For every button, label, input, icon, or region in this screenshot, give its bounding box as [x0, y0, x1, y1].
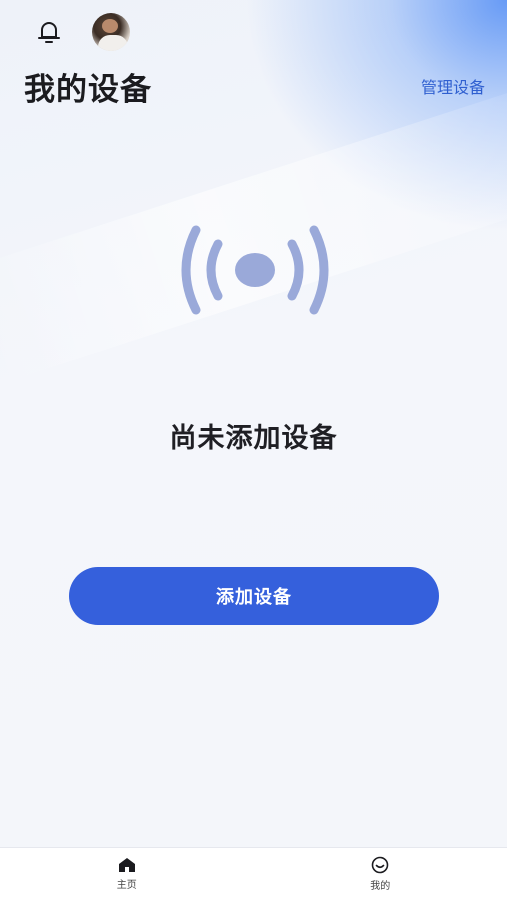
- manage-devices-link[interactable]: 管理设备: [421, 74, 485, 98]
- smile-face-icon: [371, 856, 389, 874]
- bottom-tab-bar: 主页 我的: [0, 847, 507, 900]
- tab-profile[interactable]: 我的: [254, 848, 507, 900]
- tab-home-label: 主页: [116, 880, 137, 891]
- avatar[interactable]: [92, 13, 130, 51]
- bell-icon[interactable]: [32, 15, 66, 49]
- top-bar: [32, 12, 130, 52]
- signal-center-dot: [235, 253, 275, 287]
- add-device-button[interactable]: 添加设备: [69, 567, 439, 625]
- tab-profile-label: 我的: [370, 881, 391, 892]
- signal-broadcast-icon: [181, 225, 329, 315]
- avatar-face: [102, 19, 118, 33]
- avatar-shirt: [98, 35, 128, 51]
- signal-inner-arc-right: [287, 239, 304, 301]
- empty-state-message: 尚未添加设备: [169, 423, 338, 454]
- home-icon: [118, 858, 135, 872]
- signal-outer-arc-left: [181, 225, 201, 315]
- signal-outer-arc-right: [309, 225, 329, 315]
- signal-inner-arc-left: [206, 239, 223, 301]
- tab-home[interactable]: 主页: [0, 848, 254, 900]
- page-title: 我的设备: [24, 72, 152, 108]
